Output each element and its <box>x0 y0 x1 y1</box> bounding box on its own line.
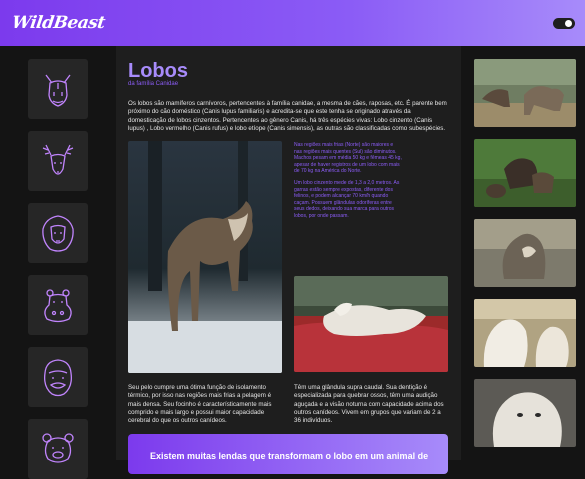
note-weight: Nas regiões mais frias (Norte) são maior… <box>294 142 402 175</box>
bear-icon <box>42 433 74 463</box>
sidebar-item-bear[interactable] <box>28 419 88 479</box>
article-panel: Lobos da família Canidae Os lobos são ma… <box>116 46 461 474</box>
sidebar-item-rhino[interactable] <box>28 59 88 119</box>
rhino-icon <box>45 74 71 107</box>
gallery-thumb-grey-wolf[interactable] <box>474 219 576 287</box>
hippo-icon <box>44 289 72 323</box>
photo-gallery <box>461 46 585 460</box>
sidebar-item-hippo[interactable] <box>28 275 88 335</box>
body-left-column: Seu pelo cumpre uma ótima função de isol… <box>128 384 272 425</box>
deer-icon <box>42 144 74 175</box>
page-subtitle: da família Canidae <box>128 81 179 87</box>
toggle-knob <box>565 20 572 27</box>
dark-mode-toggle[interactable] <box>553 18 575 29</box>
sidebar-item-gorilla[interactable] <box>28 347 88 407</box>
site-logo[interactable]: WildBeast <box>11 13 107 33</box>
note-size: Um lobo cinzento mede de 1,3 a 2,0 metro… <box>294 179 400 219</box>
lion-icon <box>42 215 74 252</box>
side-note: Nas regiões mais frias (Norte) são maior… <box>294 142 402 220</box>
intro-paragraph: Os lobos são mamíferos carnívoros, perte… <box>128 100 447 133</box>
animal-sidebar <box>0 46 116 479</box>
legend-banner: Existem muitas lendas que transformam o … <box>128 434 448 474</box>
wolf-resting-photo <box>294 276 448 372</box>
gorilla-icon <box>44 359 72 397</box>
body-right-column: Têm uma glândula supra caudal. Sua denti… <box>294 384 444 425</box>
top-header: WildBeast <box>0 0 585 46</box>
wolf-snow-photo <box>128 141 282 373</box>
page-title: Lobos <box>128 60 188 82</box>
sidebar-item-deer[interactable] <box>28 131 88 191</box>
gallery-thumb-cubs[interactable] <box>474 139 576 207</box>
gallery-thumb-arctic-wolf[interactable] <box>474 379 576 447</box>
gallery-thumb-white-wolves[interactable] <box>474 299 576 367</box>
gallery-thumb-pack[interactable] <box>474 59 576 127</box>
sidebar-item-lion[interactable] <box>28 203 88 263</box>
